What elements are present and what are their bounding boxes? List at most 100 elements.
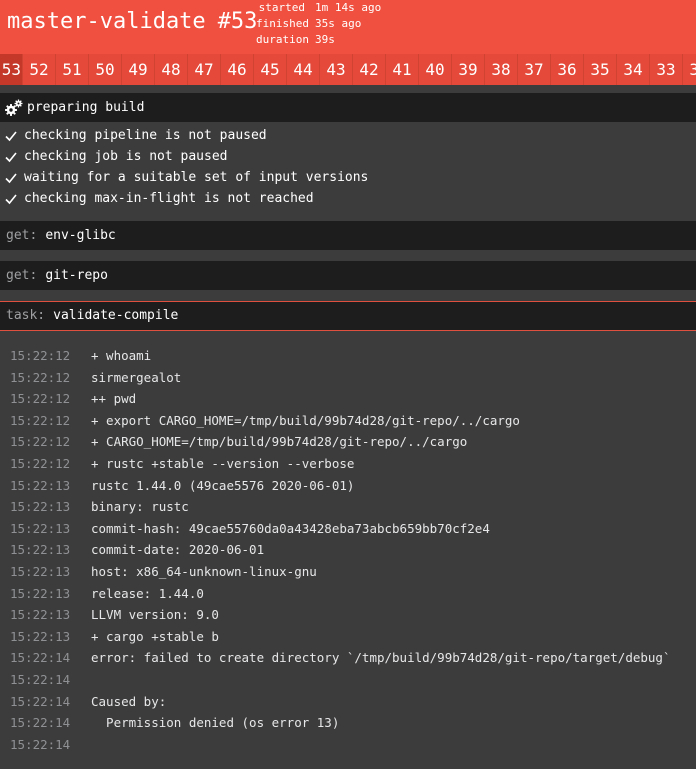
timing-duration: duration 39s bbox=[256, 32, 381, 48]
log-text: + cargo +stable b bbox=[91, 628, 219, 644]
job-title: master-validate #53 bbox=[7, 8, 257, 36]
log-line: 15:22:13 commit-hash: 49cae55760da0a43428… bbox=[0, 518, 696, 540]
log-text: + whoami bbox=[91, 348, 152, 363]
build-number: #53 bbox=[217, 9, 258, 34]
log-timestamp[interactable]: 15:22:13 bbox=[0, 626, 91, 648]
log-timestamp[interactable]: 15:22:14 bbox=[0, 669, 91, 691]
step-name: env-glibc bbox=[45, 228, 116, 243]
gears-icon bbox=[5, 99, 23, 116]
log-timestamp[interactable]: 15:22:12 bbox=[0, 388, 91, 410]
log-line: 15:22:14 bbox=[0, 734, 696, 756]
log-timestamp[interactable]: 15:22:13 bbox=[0, 539, 91, 561]
build-tab[interactable]: 44 bbox=[287, 54, 320, 85]
log-timestamp[interactable]: 15:22:14 bbox=[0, 647, 91, 669]
build-tab-current[interactable]: 53 bbox=[0, 54, 23, 85]
log-timestamp[interactable]: 15:22:14 bbox=[0, 712, 91, 734]
log-text: + rustc +stable --version --verbose bbox=[91, 455, 355, 471]
log-text: release: 1.44.0 bbox=[91, 585, 204, 601]
build-tab[interactable]: 43 bbox=[320, 54, 353, 85]
check-label: checking pipeline is not paused bbox=[24, 128, 267, 143]
log-timestamp[interactable]: 15:22:12 bbox=[0, 367, 91, 389]
log-timestamp[interactable]: 15:22:12 bbox=[0, 453, 91, 475]
log-line: 15:22:14 error: failed to create director… bbox=[0, 647, 696, 669]
log-line: 15:22:14 Permission denied (os error 13) bbox=[0, 712, 696, 734]
log-text: ++ pwd bbox=[91, 391, 137, 407]
timing-label: duration bbox=[256, 33, 309, 46]
log-timestamp[interactable]: 15:22:13 bbox=[0, 475, 91, 497]
build-tab[interactable]: 47 bbox=[188, 54, 221, 85]
log-line: 15:22:14 Caused by: bbox=[0, 691, 696, 713]
check-label: waiting for a suitable set of input vers… bbox=[24, 170, 369, 185]
build-tab[interactable]: 32 bbox=[683, 54, 696, 85]
build-tab[interactable]: 45 bbox=[254, 54, 287, 85]
log-text: + export CARGO_HOME=/tmp/build/99b74d28/… bbox=[91, 412, 520, 428]
build-tab[interactable]: 46 bbox=[221, 54, 254, 85]
log-text: LLVM version: 9.0 bbox=[91, 607, 219, 623]
step-get-git-repo[interactable]: get: git-repo bbox=[0, 261, 696, 290]
build-tab[interactable]: 33 bbox=[650, 54, 683, 85]
check-label: checking max-in-flight is not reached bbox=[24, 191, 314, 206]
build-tab[interactable]: 51 bbox=[56, 54, 89, 85]
build-tab[interactable]: 50 bbox=[89, 54, 122, 85]
build-tab[interactable]: 34 bbox=[617, 54, 650, 85]
build-tab[interactable]: 36 bbox=[551, 54, 584, 85]
build-tab[interactable]: 41 bbox=[386, 54, 419, 85]
log-text: binary: rustc bbox=[91, 499, 189, 515]
log-line: 15:22:13 release: 1.44.0 bbox=[0, 583, 696, 605]
build-tab[interactable]: 38 bbox=[485, 54, 518, 85]
build-tab[interactable]: 39 bbox=[452, 54, 485, 85]
log-line: 15:22:13 host: x86_64-unknown-linux-gnu bbox=[0, 561, 696, 583]
log-line: 15:22:13 + cargo +stable b bbox=[0, 626, 696, 648]
build-tab[interactable]: 35 bbox=[584, 54, 617, 85]
log-text: Caused by: bbox=[91, 693, 167, 709]
build-tab[interactable]: 42 bbox=[353, 54, 386, 85]
job-name[interactable]: master-validate bbox=[7, 9, 206, 34]
checkmark-icon bbox=[5, 172, 17, 183]
timing-value: 1m 14s ago bbox=[315, 1, 382, 14]
log-text: commit-date: 2020-06-01 bbox=[91, 542, 265, 558]
build-tab[interactable]: 37 bbox=[518, 54, 551, 85]
log-line: 15:22:13 LLVM version: 9.0 bbox=[0, 604, 696, 626]
build-tab[interactable]: 52 bbox=[23, 54, 56, 85]
step-name: validate-compile bbox=[53, 308, 179, 323]
log-timestamp[interactable]: 15:22:13 bbox=[0, 604, 91, 626]
checkmark-icon bbox=[5, 151, 17, 162]
log-timestamp[interactable]: 15:22:12 bbox=[0, 410, 91, 432]
log-timestamp[interactable]: 15:22:12 bbox=[0, 345, 91, 367]
prep-checks: checking pipeline is not paused checking… bbox=[0, 125, 696, 209]
log-line: 15:22:12 sirmergealot bbox=[0, 367, 696, 389]
build-tab[interactable]: 40 bbox=[419, 54, 452, 85]
timing-started: started 1m 14s ago bbox=[256, 0, 382, 16]
log-timestamp[interactable]: 15:22:12 bbox=[0, 431, 91, 453]
log-text: rustc 1.44.0 (49cae5576 2020-06-01) bbox=[91, 477, 355, 493]
log-line: 15:22:12 + rustc +stable --version --verb… bbox=[0, 453, 696, 475]
log-timestamp[interactable]: 15:22:14 bbox=[0, 691, 91, 713]
check-item: waiting for a suitable set of input vers… bbox=[0, 167, 696, 188]
step-preparing-build[interactable]: preparing build bbox=[0, 93, 696, 122]
log-text: commit-hash: 49cae55760da0a43428eba73abc… bbox=[91, 520, 490, 536]
log-text: + CARGO_HOME=/tmp/build/99b74d28/git-rep… bbox=[91, 434, 468, 450]
log-timestamp[interactable]: 15:22:13 bbox=[0, 561, 91, 583]
check-item: checking pipeline is not paused bbox=[0, 125, 696, 146]
log-text: sirmergealot bbox=[91, 369, 182, 385]
log-line: 15:22:13 binary: rustc bbox=[0, 496, 696, 518]
log-timestamp[interactable]: 15:22:13 bbox=[0, 518, 91, 540]
build-header: master-validate #53 started 1m 14s ago fi… bbox=[0, 0, 696, 54]
step-get-env-glibc[interactable]: get: env-glibc bbox=[0, 221, 696, 250]
log-line: 15:22:13 rustc 1.44.0 (49cae5576 2020-06-… bbox=[0, 475, 696, 497]
log-timestamp[interactable]: 15:22:13 bbox=[0, 496, 91, 518]
log-line: 15:22:12 + CARGO_HOME=/tmp/build/99b74d28… bbox=[0, 431, 696, 453]
build-tab[interactable]: 49 bbox=[122, 54, 155, 85]
step-kind: get: bbox=[6, 268, 38, 283]
log-timestamp[interactable]: 15:22:13 bbox=[0, 583, 91, 605]
log-line: 15:22:12 ++ pwd bbox=[0, 388, 696, 410]
check-item: checking job is not paused bbox=[0, 146, 696, 167]
log-timestamp[interactable]: 15:22:14 bbox=[0, 734, 91, 756]
build-tabs: 53 52 51 50 49 48 47 46 45 44 43 42 41 40 39 38 37 36 35 34… bbox=[0, 54, 696, 85]
check-label: checking job is not paused bbox=[24, 149, 228, 164]
check-item: checking max-in-flight is not reached bbox=[0, 188, 696, 209]
step-task-validate-compile[interactable]: task: validate-compile bbox=[0, 301, 696, 331]
build-tab[interactable]: 48 bbox=[155, 54, 188, 85]
log-line: 15:22:12 + whoami bbox=[0, 345, 696, 367]
log-text: error: failed to create directory `/tmp/… bbox=[91, 650, 671, 666]
